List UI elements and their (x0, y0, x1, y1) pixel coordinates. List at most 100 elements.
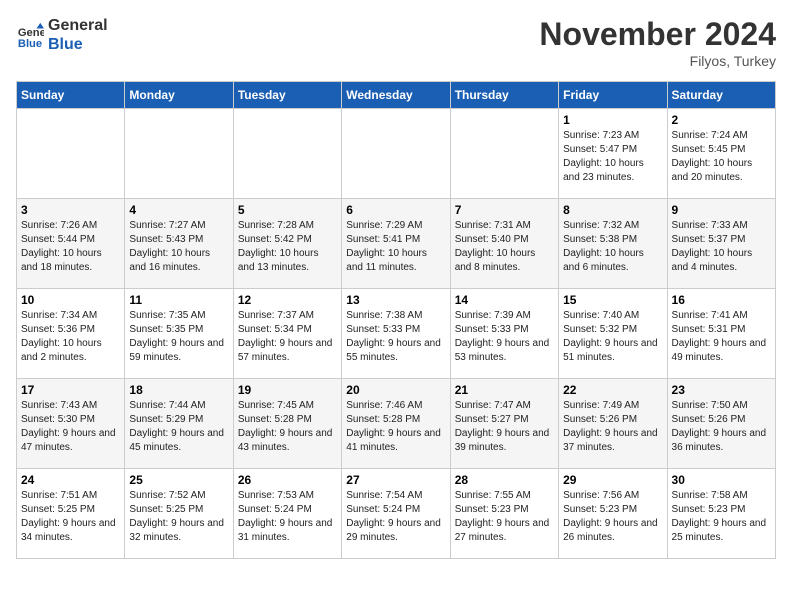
day-info: Sunrise: 7:40 AM Sunset: 5:32 PM Dayligh… (563, 309, 662, 365)
calendar-cell: 27 Sunrise: 7:54 AM Sunset: 5:24 PM Dayli… (342, 469, 450, 559)
calendar-cell: 21 Sunrise: 7:47 AM Sunset: 5:27 PM Dayli… (450, 379, 558, 469)
calendar-cell: 6 Sunrise: 7:29 AM Sunset: 5:41 PM Daylig… (342, 199, 450, 289)
day-info: Sunrise: 7:28 AM Sunset: 5:42 PM Dayligh… (238, 219, 337, 275)
calendar-table: SundayMondayTuesdayWednesdayThursdayFrid… (16, 81, 776, 559)
day-info: Sunrise: 7:52 AM Sunset: 5:25 PM Dayligh… (129, 489, 228, 545)
day-number: 22 (563, 383, 662, 397)
calendar-body: 1 Sunrise: 7:23 AM Sunset: 5:47 PM Daylig… (17, 109, 776, 559)
day-number: 1 (563, 113, 662, 127)
day-number: 13 (346, 293, 445, 307)
weekday-header-tuesday: Tuesday (233, 82, 341, 109)
day-number: 8 (563, 203, 662, 217)
day-number: 26 (238, 473, 337, 487)
month-title: November 2024 (539, 16, 776, 53)
day-number: 6 (346, 203, 445, 217)
day-info: Sunrise: 7:54 AM Sunset: 5:24 PM Dayligh… (346, 489, 445, 545)
calendar-cell (125, 109, 233, 199)
calendar-cell: 9Sunrise: 7:33 AM Sunset: 5:37 PM Daylig… (667, 199, 775, 289)
calendar-cell: 28 Sunrise: 7:55 AM Sunset: 5:23 PM Dayli… (450, 469, 558, 559)
day-info: Sunrise: 7:43 AM Sunset: 5:30 PM Dayligh… (21, 399, 120, 455)
day-info: Sunrise: 7:29 AM Sunset: 5:41 PM Dayligh… (346, 219, 445, 275)
calendar-cell: 20Sunrise: 7:46 AM Sunset: 5:28 PM Dayli… (342, 379, 450, 469)
calendar-cell: 5Sunrise: 7:28 AM Sunset: 5:42 PM Daylig… (233, 199, 341, 289)
calendar-cell (342, 109, 450, 199)
calendar-cell: 10Sunrise: 7:34 AM Sunset: 5:36 PM Dayli… (17, 289, 125, 379)
day-number: 25 (129, 473, 228, 487)
day-number: 4 (129, 203, 228, 217)
calendar-cell: 11Sunrise: 7:35 AM Sunset: 5:35 PM Dayli… (125, 289, 233, 379)
day-info: Sunrise: 7:31 AM Sunset: 5:40 PM Dayligh… (455, 219, 554, 275)
day-number: 15 (563, 293, 662, 307)
day-number: 9 (672, 203, 771, 217)
day-number: 16 (672, 293, 771, 307)
svg-text:Blue: Blue (18, 38, 42, 49)
weekday-header-monday: Monday (125, 82, 233, 109)
day-info: Sunrise: 7:55 AM Sunset: 5:23 PM Dayligh… (455, 489, 554, 545)
calendar-cell: 18 Sunrise: 7:44 AM Sunset: 5:29 PM Dayli… (125, 379, 233, 469)
calendar-cell: 13 Sunrise: 7:38 AM Sunset: 5:33 PM Dayli… (342, 289, 450, 379)
day-info: Sunrise: 7:34 AM Sunset: 5:36 PM Dayligh… (21, 309, 120, 365)
day-info: Sunrise: 7:24 AM Sunset: 5:45 PM Dayligh… (672, 129, 771, 185)
week-row-1: 1 Sunrise: 7:23 AM Sunset: 5:47 PM Daylig… (17, 109, 776, 199)
day-number: 19 (238, 383, 337, 397)
calendar-cell: 26 Sunrise: 7:53 AM Sunset: 5:24 PM Dayli… (233, 469, 341, 559)
calendar-cell: 12Sunrise: 7:37 AM Sunset: 5:34 PM Dayli… (233, 289, 341, 379)
weekday-header-friday: Friday (559, 82, 667, 109)
calendar-cell: 29Sunrise: 7:56 AM Sunset: 5:23 PM Dayli… (559, 469, 667, 559)
day-number: 18 (129, 383, 228, 397)
day-info: Sunrise: 7:32 AM Sunset: 5:38 PM Dayligh… (563, 219, 662, 275)
week-row-4: 17Sunrise: 7:43 AM Sunset: 5:30 PM Dayli… (17, 379, 776, 469)
page-header: General Blue General Blue November 2024 … (16, 16, 776, 69)
day-info: Sunrise: 7:45 AM Sunset: 5:28 PM Dayligh… (238, 399, 337, 455)
day-number: 28 (455, 473, 554, 487)
weekday-header-thursday: Thursday (450, 82, 558, 109)
day-info: Sunrise: 7:26 AM Sunset: 5:44 PM Dayligh… (21, 219, 120, 275)
day-info: Sunrise: 7:23 AM Sunset: 5:47 PM Dayligh… (563, 129, 662, 185)
calendar-cell: 22Sunrise: 7:49 AM Sunset: 5:26 PM Dayli… (559, 379, 667, 469)
day-info: Sunrise: 7:39 AM Sunset: 5:33 PM Dayligh… (455, 309, 554, 365)
title-block: November 2024 Filyos, Turkey (539, 16, 776, 69)
calendar-cell: 4Sunrise: 7:27 AM Sunset: 5:43 PM Daylig… (125, 199, 233, 289)
day-number: 21 (455, 383, 554, 397)
weekday-header-sunday: Sunday (17, 82, 125, 109)
weekday-header-saturday: Saturday (667, 82, 775, 109)
weekday-header-wednesday: Wednesday (342, 82, 450, 109)
calendar-cell: 1 Sunrise: 7:23 AM Sunset: 5:47 PM Daylig… (559, 109, 667, 199)
logo: General Blue General Blue (16, 16, 108, 54)
day-number: 2 (672, 113, 771, 127)
calendar-cell: 30Sunrise: 7:58 AM Sunset: 5:23 PM Dayli… (667, 469, 775, 559)
day-info: Sunrise: 7:41 AM Sunset: 5:31 PM Dayligh… (672, 309, 771, 365)
day-number: 12 (238, 293, 337, 307)
day-number: 20 (346, 383, 445, 397)
day-number: 11 (129, 293, 228, 307)
day-number: 7 (455, 203, 554, 217)
day-info: Sunrise: 7:44 AM Sunset: 5:29 PM Dayligh… (129, 399, 228, 455)
calendar-cell: 17Sunrise: 7:43 AM Sunset: 5:30 PM Dayli… (17, 379, 125, 469)
calendar-cell: 19 Sunrise: 7:45 AM Sunset: 5:28 PM Dayli… (233, 379, 341, 469)
calendar-cell: 14 Sunrise: 7:39 AM Sunset: 5:33 PM Dayli… (450, 289, 558, 379)
calendar-cell (233, 109, 341, 199)
day-number: 27 (346, 473, 445, 487)
day-info: Sunrise: 7:56 AM Sunset: 5:23 PM Dayligh… (563, 489, 662, 545)
day-number: 24 (21, 473, 120, 487)
weekday-header-row: SundayMondayTuesdayWednesdayThursdayFrid… (17, 82, 776, 109)
calendar-cell: 25 Sunrise: 7:52 AM Sunset: 5:25 PM Dayli… (125, 469, 233, 559)
day-info: Sunrise: 7:51 AM Sunset: 5:25 PM Dayligh… (21, 489, 120, 545)
day-info: Sunrise: 7:38 AM Sunset: 5:33 PM Dayligh… (346, 309, 445, 365)
day-info: Sunrise: 7:53 AM Sunset: 5:24 PM Dayligh… (238, 489, 337, 545)
day-number: 14 (455, 293, 554, 307)
day-info: Sunrise: 7:47 AM Sunset: 5:27 PM Dayligh… (455, 399, 554, 455)
day-number: 3 (21, 203, 120, 217)
logo-icon: General Blue (16, 21, 44, 49)
day-number: 23 (672, 383, 771, 397)
svg-text:General: General (18, 27, 44, 39)
calendar-cell: 3 Sunrise: 7:26 AM Sunset: 5:44 PM Daylig… (17, 199, 125, 289)
week-row-5: 24 Sunrise: 7:51 AM Sunset: 5:25 PM Dayli… (17, 469, 776, 559)
week-row-2: 3 Sunrise: 7:26 AM Sunset: 5:44 PM Daylig… (17, 199, 776, 289)
calendar-cell: 16 Sunrise: 7:41 AM Sunset: 5:31 PM Dayli… (667, 289, 775, 379)
logo-general: General (48, 16, 108, 35)
day-info: Sunrise: 7:50 AM Sunset: 5:26 PM Dayligh… (672, 399, 771, 455)
calendar-cell: 15 Sunrise: 7:40 AM Sunset: 5:32 PM Dayli… (559, 289, 667, 379)
calendar-cell: 23 Sunrise: 7:50 AM Sunset: 5:26 PM Dayli… (667, 379, 775, 469)
calendar-cell (17, 109, 125, 199)
